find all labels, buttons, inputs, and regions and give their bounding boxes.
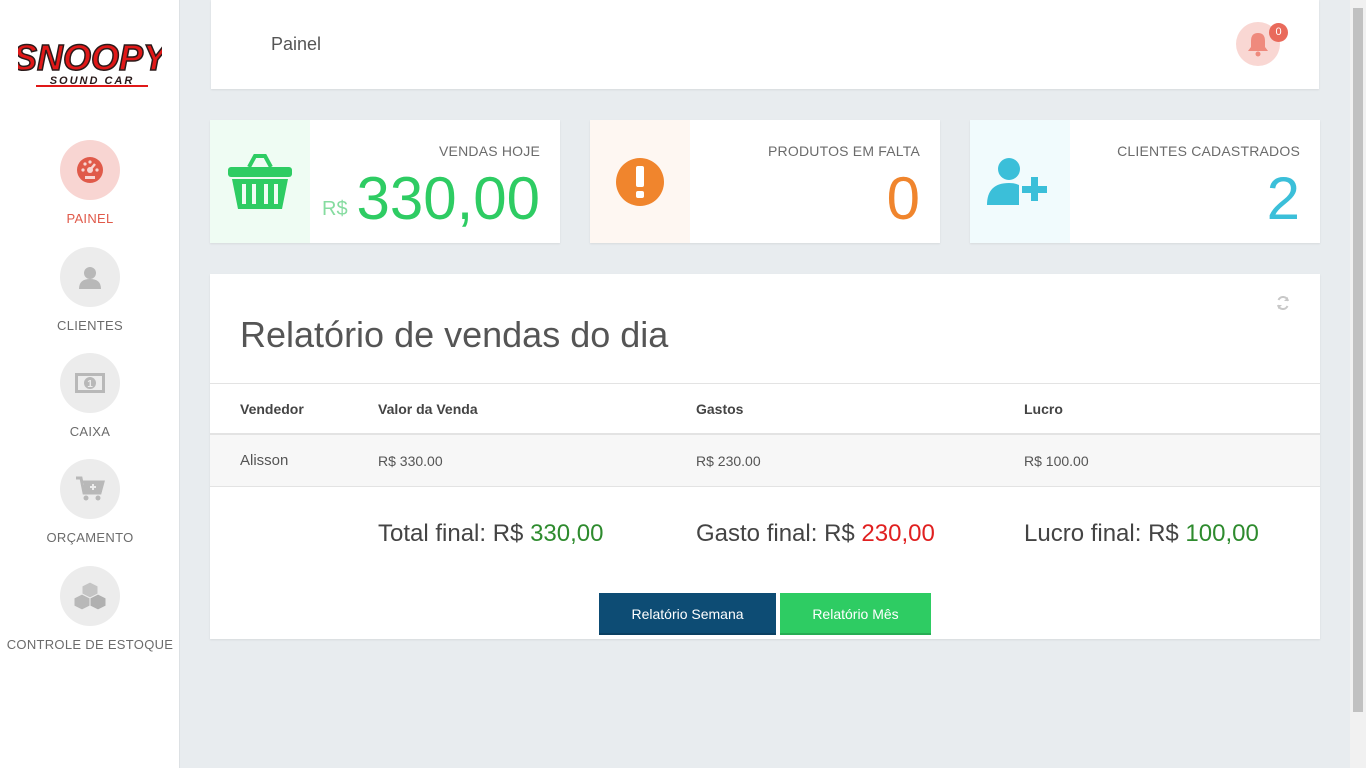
table-row: Alisson R$ 330.00 R$ 230.00 R$ 100.00 [210,435,1320,487]
report-title: Relatório de vendas do dia [240,314,669,355]
stat-label: VENDAS HOJE [439,143,540,159]
sidebar-item-clientes[interactable]: CLIENTES [0,247,180,333]
gasto-final: Gasto final: R$ 230,00 [696,520,935,548]
basket-icon [210,120,310,243]
cash-icon: 1 [60,353,120,413]
refresh-icon[interactable] [1276,295,1290,315]
cell-vendedor: Alisson [240,452,289,469]
stat-label: CLIENTES CADASTRADOS [1117,143,1300,159]
svg-text:1: 1 [87,379,93,390]
boxes-icon [60,566,120,626]
column-header: Lucro [1024,401,1063,417]
page-title: Painel [271,34,322,54]
cell-gastos: R$ 230.00 [696,453,761,469]
gasto-label: Gasto final: R$ [696,520,855,547]
stat-card-vendas-hoje: VENDAS HOJE R$ 330,00 [210,120,560,243]
sidebar-item-caixa[interactable]: 1 CAIXA [0,353,180,439]
total-final: Total final: R$ 330,00 [378,520,603,548]
stat-label: PRODUTOS EM FALTA [768,143,920,159]
lucro-label: Lucro final: R$ [1024,520,1179,547]
svg-text:SNOOPY: SNOOPY [18,37,162,78]
bell-icon [1248,33,1268,57]
gasto-value: 230,00 [861,520,935,547]
scrollbar[interactable] [1350,0,1366,768]
user-icon [60,247,120,307]
cart-add-icon [60,459,120,519]
column-header: Vendedor [240,401,304,417]
sidebar-item-painel[interactable]: PAINEL [0,140,180,226]
cell-lucro: R$ 100.00 [1024,453,1089,469]
stat-currency: R$ [322,198,348,220]
sidebar-item-orcamento[interactable]: ORÇAMENTO [0,459,180,545]
speedometer-icon [60,140,120,200]
daily-sales-report: Relatório de vendas do dia Vendedor Valo… [210,274,1320,639]
stat-card-produtos-em-falta: PRODUTOS EM FALTA 0 [590,120,940,243]
notification-badge: 0 [1269,23,1288,42]
column-header: Valor da Venda [378,401,478,417]
total-label: Total final: R$ [378,520,524,547]
lucro-value: 100,00 [1185,520,1259,547]
logo[interactable]: SNOOPY SOUND CAR [12,36,171,92]
sidebar-item-label: CLIENTES [57,318,123,333]
stat-value: 330,00 [356,165,540,232]
stat-value: 0 [886,165,920,232]
table-header: Vendedor Valor da Venda Gastos Lucro [210,383,1320,435]
monthly-report-button[interactable]: Relatório Mês [780,593,931,635]
sidebar-item-controle-estoque[interactable]: CONTROLE DE ESTOQUE [0,566,180,652]
sidebar-item-label: PAINEL [66,211,114,226]
sidebar-item-label: CONTROLE DE ESTOQUE [6,637,174,652]
cell-valor: R$ 330.00 [378,453,443,469]
user-plus-icon [970,120,1070,243]
sidebar: SNOOPY SOUND CAR PAINEL CLIENTES 1 CAIXA… [0,0,180,768]
weekly-report-button[interactable]: Relatório Semana [599,593,776,635]
sidebar-item-label: CAIXA [69,424,111,439]
stat-value: 2 [1266,165,1300,232]
stat-card-clientes-cadastrados: CLIENTES CADASTRADOS 2 [970,120,1320,243]
column-header: Gastos [696,401,744,417]
exclamation-icon [590,120,690,243]
sidebar-item-label: ORÇAMENTO [46,530,134,545]
topbar: Painel 0 [211,0,1319,89]
lucro-final: Lucro final: R$ 100,00 [1024,520,1259,548]
total-value: 330,00 [530,520,604,547]
scrollbar-thumb[interactable] [1353,8,1363,712]
